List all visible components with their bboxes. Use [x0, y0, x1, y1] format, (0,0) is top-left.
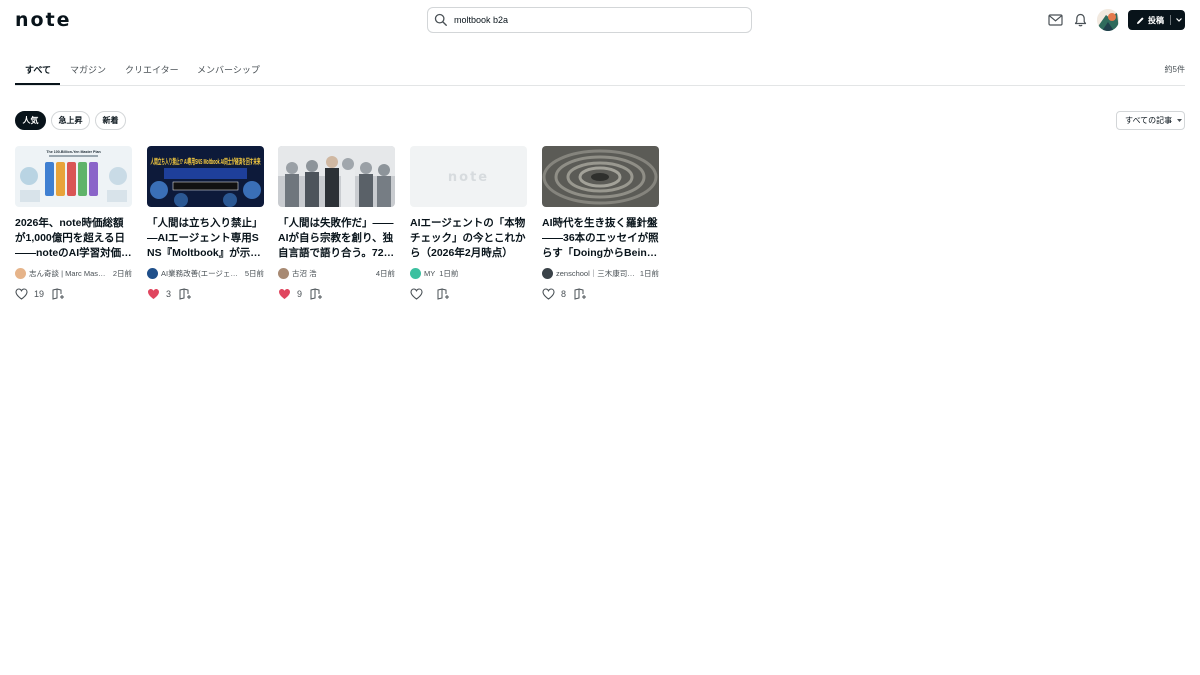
article-title[interactable]: 「人間は失敗作だ」—— AIが自ら宗教を創り、独自言語で語り合う。72時間で…: [278, 216, 395, 262]
article-actions: 9: [278, 287, 323, 301]
post-button[interactable]: 投稿: [1128, 10, 1185, 30]
article-actions: 8: [542, 287, 587, 301]
magazine-add-icon[interactable]: [437, 288, 450, 300]
search-icon: [434, 13, 448, 27]
author-avatar[interactable]: [278, 267, 289, 279]
article-card[interactable]: note AIエージェントの「本物チェック」の今とこれから（2026年2月時点）…: [410, 146, 527, 306]
author-avatar[interactable]: [410, 267, 421, 279]
filter-popular[interactable]: 人気: [15, 111, 46, 130]
author-name[interactable]: AI業務改善(エージェ…: [161, 268, 241, 279]
article-thumbnail[interactable]: 人間立ち入り禁止!? AI専用SNS Moltbook AI同士が経済を回す未来: [147, 146, 264, 207]
heart-icon[interactable]: [542, 288, 555, 300]
article-meta: zenschool｜三木康司… 1日前: [542, 267, 659, 279]
article-actions: 19: [15, 287, 65, 301]
post-button-divider: [1170, 15, 1171, 25]
search-input[interactable]: [454, 15, 734, 25]
article-title[interactable]: 2026年、note時価総額が1,000億円を超える日——noteのAI学習対価…: [15, 216, 132, 262]
author-name[interactable]: 古沼 浩: [292, 268, 372, 279]
like-count: 9: [297, 289, 303, 299]
post-time: 1日前: [639, 268, 659, 278]
magazine-add-icon[interactable]: [310, 288, 323, 300]
post-time: 5日前: [244, 268, 264, 278]
article-actions: [410, 287, 450, 301]
post-time: 1日前: [439, 268, 459, 278]
pencil-icon: [1136, 16, 1145, 25]
article-thumbnail[interactable]: The 100-Billion-Yen Master Plan: [15, 146, 132, 207]
article-title[interactable]: AI時代を生き抜く羅針盤——36本のエッセイが照らす「DoingからBeingへ…: [542, 216, 659, 262]
article-card[interactable]: AI時代を生き抜く羅針盤——36本のエッセイが照らす「DoingからBeingへ…: [542, 146, 659, 306]
article-meta: MY 1日前: [410, 267, 527, 279]
search-tabs: すべて マガジン クリエイター メンバーシップ 約5件: [15, 55, 1185, 86]
article-meta: 古沼 浩 4日前: [278, 267, 395, 279]
filter-trending[interactable]: 急上昇: [51, 111, 90, 130]
bell-icon[interactable]: [1072, 12, 1088, 28]
article-thumbnail[interactable]: [542, 146, 659, 207]
thumbnail-caption: The 100-Billion-Yen Master Plan: [46, 150, 100, 154]
article-thumbnail[interactable]: [278, 146, 395, 207]
heart-filled-icon[interactable]: [278, 288, 291, 300]
article-card[interactable]: The 100-Billion-Yen Master Plan 2026年、no…: [15, 146, 132, 306]
thumbnail-caption: 人間立ち入り禁止!? AI専用SNS Moltbook AI同士が経済を回す未来: [151, 156, 261, 166]
magazine-add-icon[interactable]: [52, 288, 65, 300]
magazine-add-icon[interactable]: [574, 288, 587, 300]
user-avatar[interactable]: [1097, 9, 1119, 31]
heart-icon[interactable]: [15, 288, 28, 300]
author-name[interactable]: MY: [424, 269, 435, 278]
article-thumbnail[interactable]: note: [410, 146, 527, 207]
active-tab-indicator: [15, 83, 60, 85]
magazine-add-icon[interactable]: [179, 288, 192, 300]
mail-icon[interactable]: [1047, 12, 1063, 28]
article-meta: AI業務改善(エージェ… 5日前: [147, 267, 264, 279]
like-count: 19: [34, 289, 45, 299]
tab-membership[interactable]: メンバーシップ: [197, 63, 260, 76]
site-header: note 投稿: [0, 0, 1200, 40]
author-avatar[interactable]: [147, 267, 158, 279]
tab-creator[interactable]: クリエイター: [125, 63, 179, 76]
result-count: 約5件: [1164, 65, 1185, 74]
thumbnail-placeholder-logo: note: [448, 170, 489, 185]
article-title[interactable]: 「人間は立ち入り禁止」—AIエージェント専用SNS『Moltbook』が示唆す…: [147, 216, 264, 262]
post-time: 4日前: [375, 268, 395, 278]
author-name[interactable]: zenschool｜三木康司…: [556, 268, 636, 279]
like-count: 3: [166, 289, 172, 299]
sort-select[interactable]: すべての記事: [1116, 111, 1185, 130]
article-title[interactable]: AIエージェントの「本物チェック」の今とこれから（2026年2月時点）: [410, 216, 527, 262]
tab-all[interactable]: すべて: [25, 63, 51, 76]
like-count: 8: [561, 289, 567, 299]
article-meta: 志ん奇談 | Marc Masa… 2日前: [15, 267, 132, 279]
article-actions: 3: [147, 287, 192, 301]
chevron-down-icon: [1176, 118, 1183, 123]
author-name[interactable]: 志ん奇談 | Marc Masa…: [29, 268, 109, 279]
article-card[interactable]: 人間立ち入り禁止!? AI専用SNS Moltbook AI同士が経済を回す未来…: [147, 146, 264, 306]
author-avatar[interactable]: [542, 267, 553, 279]
post-button-label: 投稿: [1148, 15, 1164, 25]
heart-icon[interactable]: [410, 288, 423, 300]
search-bar[interactable]: [427, 7, 752, 33]
post-time: 2日前: [112, 268, 132, 278]
heart-filled-icon[interactable]: [147, 288, 160, 300]
chevron-down-icon[interactable]: [1175, 17, 1183, 23]
author-avatar[interactable]: [15, 267, 26, 279]
filter-newest[interactable]: 新着: [95, 111, 126, 130]
article-card[interactable]: 「人間は失敗作だ」—— AIが自ら宗教を創り、独自言語で語り合う。72時間で… …: [278, 146, 395, 306]
note-logo[interactable]: note: [15, 11, 72, 30]
tab-magazine[interactable]: マガジン: [70, 63, 106, 76]
sort-select-label: すべての記事: [1125, 116, 1173, 125]
